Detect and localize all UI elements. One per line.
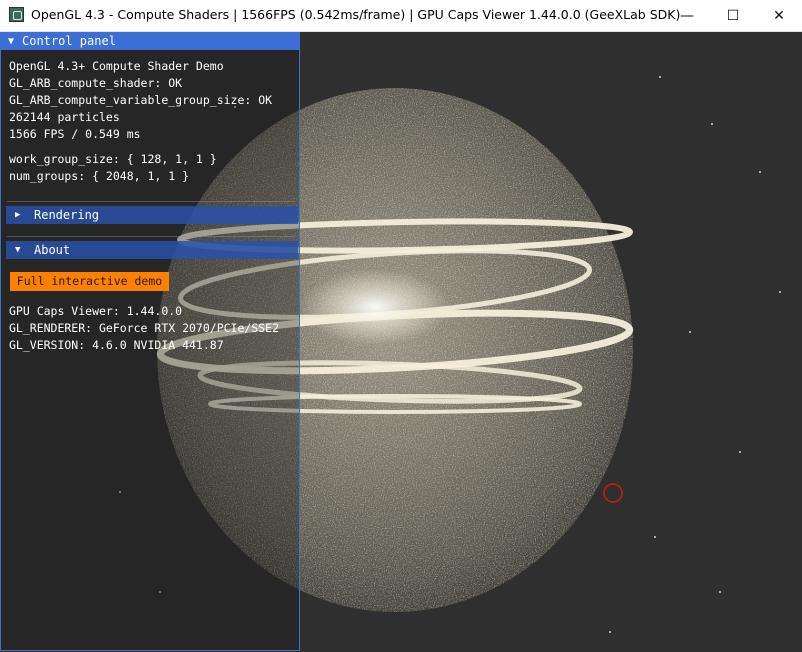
control-panel[interactable]: ▼ Control panel OpenGL 4.3+ Compute Shad… <box>0 32 300 651</box>
info-line-variable-group-size: GL_ARB_compute_variable_group_size: OK <box>9 93 273 107</box>
maximize-icon: ☐ <box>726 7 740 24</box>
minimize-icon: — <box>680 7 694 24</box>
param-num-groups: num_groups: { 2048, 1, 1 } <box>9 169 190 183</box>
minimize-button[interactable]: — <box>664 0 710 31</box>
close-button[interactable]: ✕ <box>756 0 802 31</box>
about-gl-renderer: GL_RENDERER: GeForce RTX 2070/PCIe/SSE2 <box>9 321 280 335</box>
divider <box>7 201 295 202</box>
window-titlebar[interactable]: OpenGL 4.3 - Compute Shaders | 1566FPS (… <box>0 0 802 32</box>
rendering-section-header[interactable]: ▶ Rendering <box>6 206 298 224</box>
window-title: OpenGL 4.3 - Compute Shaders | 1566FPS (… <box>31 7 681 22</box>
param-work-group-size: work_group_size: { 128, 1, 1 } <box>9 152 217 166</box>
maximize-button[interactable]: ☐ <box>710 0 756 31</box>
expand-arrow-icon: ▶ <box>15 210 21 220</box>
about-gl-version: GL_VERSION: 4.6.0 NVIDIA 441.87 <box>9 338 224 352</box>
about-gpu-caps-version: GPU Caps Viewer: 1.44.0.0 <box>9 304 183 318</box>
control-panel-header[interactable]: ▼ Control panel <box>1 33 299 50</box>
rendering-section-label: Rendering <box>34 208 100 222</box>
control-panel-title: Control panel <box>22 34 116 48</box>
collapse-arrow-icon[interactable]: ▼ <box>8 33 14 50</box>
info-line-demo-name: OpenGL 4.3+ Compute Shader Demo <box>9 59 224 73</box>
info-line-particles: 262144 particles <box>9 110 120 124</box>
about-section-header[interactable]: ▼ About <box>6 241 298 259</box>
app-icon <box>9 7 24 22</box>
mouse-cursor-ring <box>603 483 623 503</box>
divider <box>7 236 295 237</box>
full-interactive-demo-button[interactable]: Full interactive demo <box>10 272 169 291</box>
info-line-fps: 1566 FPS / 0.549 ms <box>9 127 141 141</box>
info-line-compute-shader: GL_ARB_compute_shader: OK <box>9 76 183 90</box>
about-section-label: About <box>34 243 71 257</box>
collapse-arrow-icon: ▼ <box>15 245 21 255</box>
close-icon: ✕ <box>773 7 785 24</box>
